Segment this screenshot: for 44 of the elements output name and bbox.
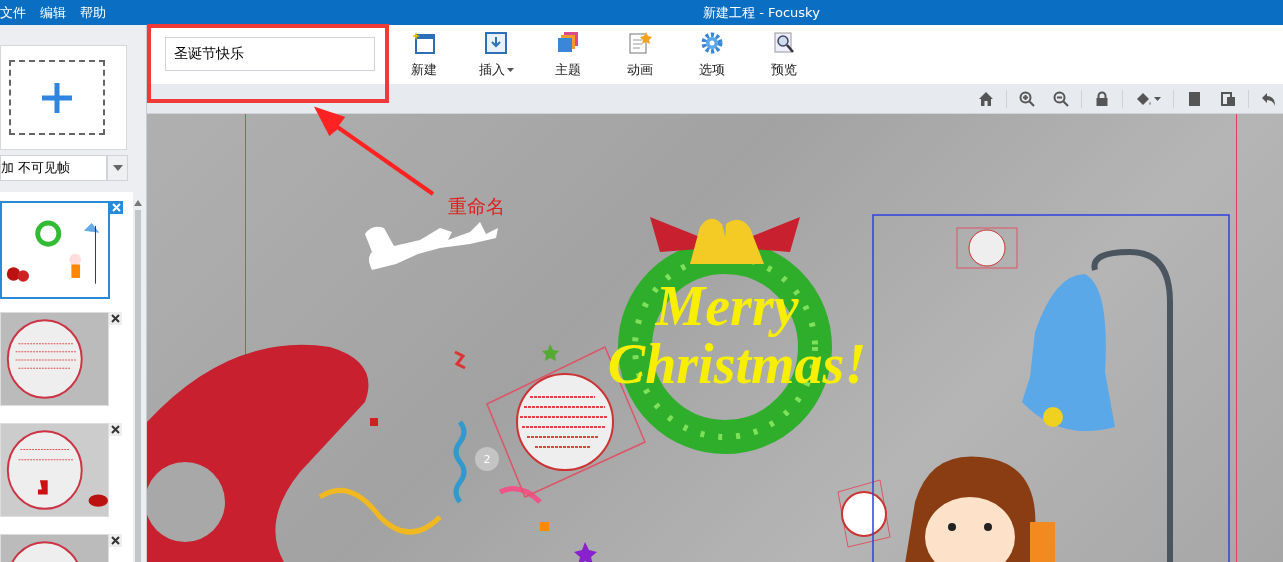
theme-button[interactable]: 主题 — [532, 31, 604, 84]
plus-icon — [40, 80, 74, 115]
zoom-out-icon — [1053, 90, 1069, 107]
menu-item[interactable]: 编辑 — [40, 3, 66, 22]
lock-icon — [1094, 90, 1110, 107]
insert-button[interactable]: 插入 — [460, 31, 532, 84]
zoom-in-icon — [1019, 90, 1035, 107]
add-frame-button[interactable] — [9, 60, 105, 135]
menu-item[interactable]: 文件 — [0, 3, 26, 22]
caret-icon — [112, 165, 123, 171]
close-icon — [111, 425, 120, 434]
frame-circle-drawing — [956, 227, 1018, 269]
frame-type-dropdown[interactable]: 加 不可见帧 — [0, 155, 107, 181]
home-icon — [978, 90, 994, 107]
download-window-icon — [484, 31, 508, 55]
window-sparkle-icon — [412, 31, 436, 55]
scroll-up-icon[interactable] — [133, 200, 142, 206]
new-button[interactable]: 新建 — [388, 31, 460, 84]
frame-number-badge: 2 — [475, 447, 499, 471]
dropdown-button[interactable] — [107, 155, 128, 181]
page-icon — [1186, 90, 1202, 107]
animation-button[interactable]: 动画 — [604, 31, 676, 84]
menu-item[interactable]: 帮助 — [80, 3, 106, 22]
clipboard-icon — [1220, 90, 1236, 107]
preview-button[interactable]: 预览 — [748, 31, 820, 84]
name-field[interactable]: 圣诞节快乐 — [165, 37, 375, 71]
annotation-text: 重命名 — [448, 194, 505, 219]
close-button[interactable] — [109, 312, 122, 325]
close-icon — [111, 536, 120, 545]
caret-icon — [506, 68, 514, 72]
scroll-thumb[interactable] — [134, 210, 141, 562]
gear-icon — [700, 31, 724, 55]
frame-thumbnail[interactable] — [0, 201, 110, 299]
frame-circle-drawing — [837, 479, 891, 548]
page-star-icon — [628, 31, 652, 55]
window-title: 新建工程 - Focusky — [703, 3, 820, 22]
options-button[interactable]: 选项 — [676, 31, 748, 84]
close-button[interactable] — [109, 423, 122, 436]
stacked-layers-icon — [556, 31, 580, 55]
magnifier-page-icon — [772, 31, 796, 55]
close-button[interactable] — [109, 534, 122, 547]
close-icon — [111, 314, 120, 323]
caret-icon — [1154, 96, 1161, 101]
close-icon — [112, 203, 121, 212]
